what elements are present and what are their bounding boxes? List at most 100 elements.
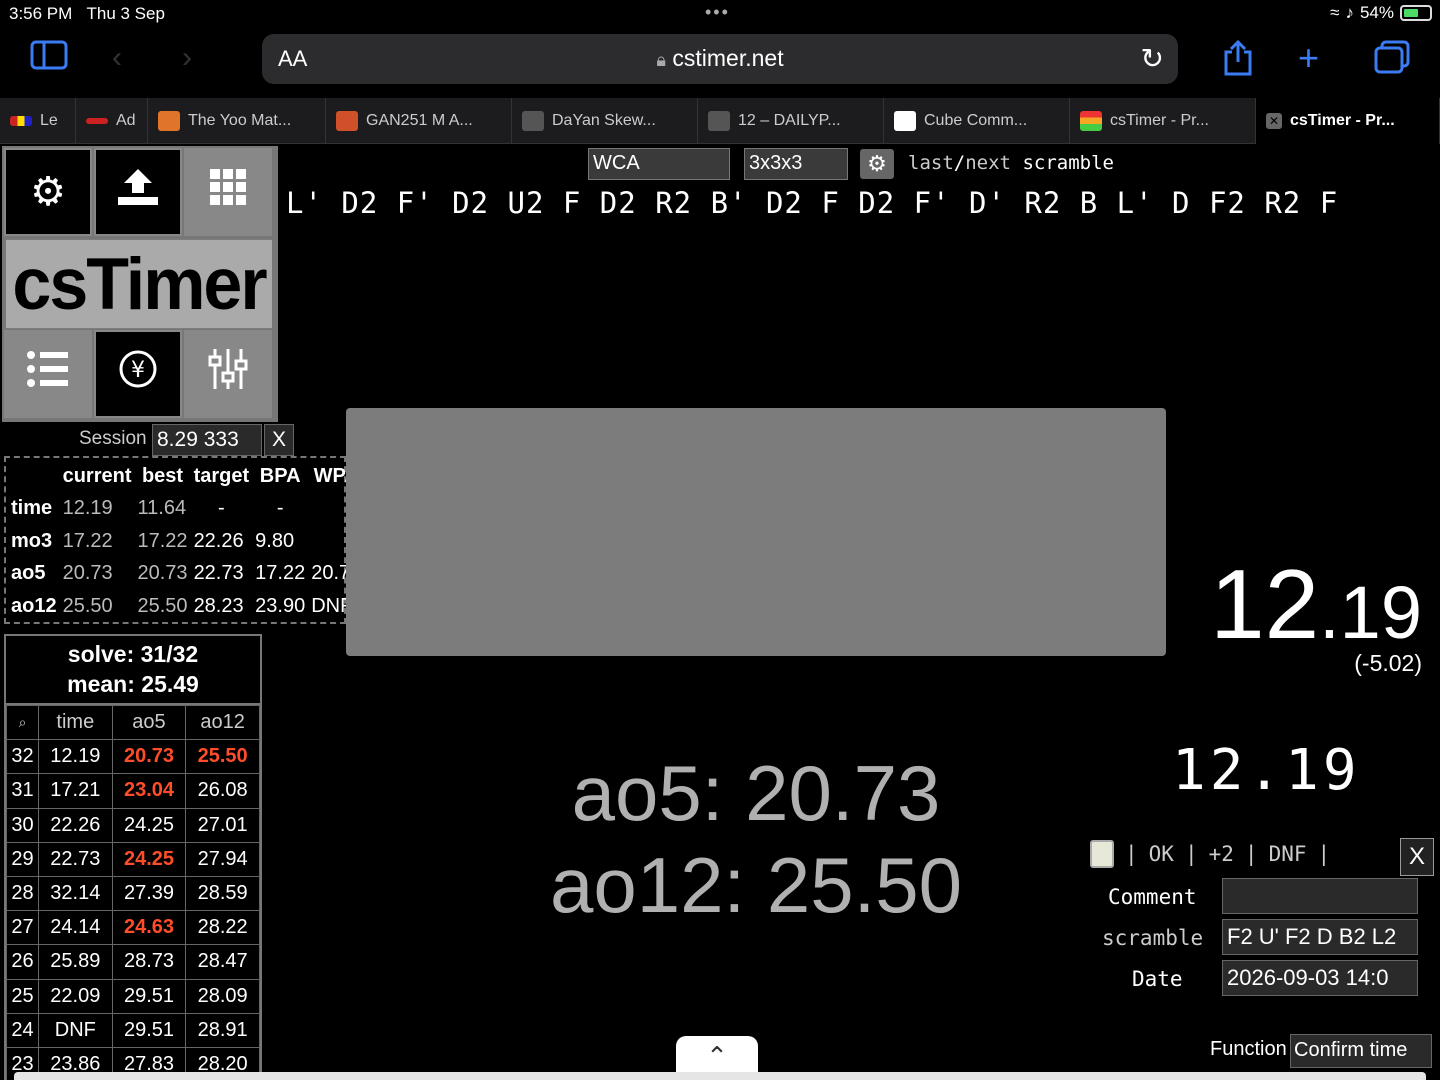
- table-row[interactable]: 29 22.73 24.25 27.94: [6, 841, 260, 877]
- multitasking-dots[interactable]: •••: [705, 2, 730, 23]
- solve-time[interactable]: 24.14: [38, 910, 113, 946]
- tab-7[interactable]: csTimer - Pr...: [1070, 98, 1256, 144]
- solve-index[interactable]: 25: [6, 978, 39, 1014]
- table-row[interactable]: 32 12.19 20.73 25.50: [6, 739, 260, 775]
- solve-ao5[interactable]: 29.51: [111, 1012, 187, 1048]
- new-tab-icon[interactable]: +: [1298, 40, 1319, 76]
- donate-button[interactable]: ¥: [94, 330, 182, 418]
- stats-row[interactable]: time 12.19 11.64 - - -: [8, 493, 364, 526]
- tools-button[interactable]: [184, 330, 272, 418]
- table-row[interactable]: 28 32.14 27.39 28.59: [6, 875, 260, 912]
- stats-row[interactable]: mo3 17.22 17.22 22.26 9.80 -: [8, 525, 364, 558]
- tab-0[interactable]: Le: [0, 98, 76, 144]
- session-clear-button[interactable]: X: [264, 424, 294, 456]
- solve-ao5[interactable]: 23.04: [111, 773, 187, 809]
- solve-ao12[interactable]: 27.01: [185, 807, 260, 843]
- svg-text:¥: ¥: [131, 358, 145, 383]
- status-time: 3:56 PM Thu 3 Sep: [9, 4, 165, 23]
- tab-5[interactable]: 12 – DAILYP...: [698, 98, 884, 144]
- solve-ao12[interactable]: 25.50: [185, 739, 260, 775]
- cstimer-logo[interactable]: csTimer: [6, 239, 272, 329]
- solve-ao5[interactable]: 20.73: [111, 739, 187, 775]
- last-scramble-link[interactable]: last: [908, 152, 954, 174]
- solve-ao5[interactable]: 24.63: [111, 910, 187, 946]
- solve-ao12[interactable]: 28.91: [185, 1012, 260, 1048]
- solve-index[interactable]: 27: [6, 910, 39, 946]
- solve-time[interactable]: 25.89: [38, 944, 113, 980]
- solve-ao12[interactable]: 28.09: [185, 978, 260, 1014]
- table-row[interactable]: 25 22.09 29.51 28.09: [6, 978, 260, 1014]
- solve-time[interactable]: 32.14: [38, 875, 113, 912]
- stats-header-row: current best target BPA WPA: [8, 460, 364, 493]
- comment-input[interactable]: [1222, 878, 1418, 914]
- solve-index[interactable]: 29: [6, 841, 39, 877]
- solve-time[interactable]: 12.19: [38, 739, 113, 775]
- back-icon[interactable]: ‹: [112, 40, 122, 76]
- puzzle-select[interactable]: 3x3x3: [744, 148, 848, 180]
- tabs-overview-icon[interactable]: [1374, 40, 1410, 83]
- session-select[interactable]: 8.29 333: [152, 424, 262, 456]
- table-row[interactable]: 26 25.89 28.73 28.47: [6, 944, 260, 980]
- solve-ao12[interactable]: 28.47: [185, 944, 260, 980]
- solve-time[interactable]: 22.73: [38, 841, 113, 877]
- dnf-button[interactable]: DNF: [1269, 842, 1307, 866]
- share-icon[interactable]: [1222, 39, 1254, 85]
- solve-time[interactable]: 17.21: [38, 773, 113, 809]
- sidebar-icon[interactable]: [30, 40, 68, 79]
- date-field[interactable]: 2026-09-03 14:0: [1222, 960, 1418, 996]
- ok-button[interactable]: OK: [1149, 842, 1174, 866]
- scramble-type-select[interactable]: WCA: [588, 148, 730, 180]
- scramble-settings-button[interactable]: ⚙: [860, 149, 894, 179]
- clipboard-icon[interactable]: [1090, 840, 1114, 868]
- solve-index[interactable]: 31: [6, 773, 39, 809]
- solves-summary[interactable]: solve: 31/32 mean: 25.49: [6, 636, 260, 705]
- tab-3[interactable]: GAN251 M A...: [326, 98, 512, 144]
- forward-icon[interactable]: ›: [182, 40, 192, 76]
- solve-time[interactable]: 22.09: [38, 978, 113, 1014]
- export-button[interactable]: [94, 148, 182, 236]
- settings-button[interactable]: ⚙: [4, 148, 92, 236]
- stats-list-button[interactable]: [4, 330, 92, 418]
- solve-ao5[interactable]: 24.25: [111, 807, 187, 843]
- address-bar[interactable]: AA 🔒︎ cstimer.net ↻: [262, 34, 1178, 84]
- solve-ao12[interactable]: 28.59: [185, 875, 260, 912]
- solve-ao5[interactable]: 24.25: [111, 841, 187, 877]
- delete-solve-button[interactable]: X: [1400, 838, 1434, 876]
- chevron-up-icon: ⌃: [706, 1041, 728, 1071]
- solve-ao5[interactable]: 28.73: [111, 944, 187, 980]
- table-row[interactable]: 27 24.14 24.63 28.22: [6, 910, 260, 946]
- timer-display[interactable]: 12.19: [1210, 548, 1422, 661]
- search-icon[interactable]: ⌕: [6, 704, 39, 741]
- stats-row[interactable]: ao5 20.73 20.73 22.73 17.22 20.73: [8, 558, 364, 591]
- solve-ao12[interactable]: 26.08: [185, 773, 260, 809]
- solve-index[interactable]: 32: [6, 739, 39, 775]
- solve-index[interactable]: 24: [6, 1012, 39, 1048]
- solve-ao12[interactable]: 27.94: [185, 841, 260, 877]
- tab-4[interactable]: DaYan Skew...: [512, 98, 698, 144]
- table-row[interactable]: 24 DNF 29.51 28.91: [6, 1012, 260, 1048]
- tab-1[interactable]: Ad: [76, 98, 148, 144]
- stats-row[interactable]: ao12 25.50 25.50 28.23 23.90 DNF: [8, 590, 364, 623]
- tab-6[interactable]: Cube Comm...: [884, 98, 1070, 144]
- function-select[interactable]: Confirm time: [1290, 1034, 1432, 1068]
- next-scramble-link[interactable]: next: [965, 152, 1011, 174]
- plus2-button[interactable]: +2: [1209, 842, 1234, 866]
- table-row[interactable]: 30 22.26 24.25 27.01: [6, 807, 260, 843]
- reload-icon[interactable]: ↻: [1141, 42, 1164, 75]
- scramble-image-button[interactable]: [184, 148, 272, 236]
- solve-time[interactable]: 22.26: [38, 807, 113, 843]
- last-solve-time: 12.19: [1172, 738, 1361, 803]
- scramble-text[interactable]: L' D2 F' D2 U2 F D2 R2 B' D2 F D2 F' D' …: [286, 186, 1440, 220]
- tab-8-active[interactable]: ✕ csTimer - Pr...: [1256, 98, 1440, 144]
- tab-2[interactable]: The Yoo Mat...: [148, 98, 326, 144]
- solve-scramble-field[interactable]: F2 U' F2 D B2 L2: [1222, 919, 1418, 955]
- solve-index[interactable]: 26: [6, 944, 39, 980]
- solve-ao5[interactable]: 29.51: [111, 978, 187, 1014]
- solve-index[interactable]: 30: [6, 807, 39, 843]
- solve-ao5[interactable]: 27.39: [111, 875, 187, 912]
- solve-ao12[interactable]: 28.22: [185, 910, 260, 946]
- solve-index[interactable]: 28: [6, 875, 39, 912]
- table-row[interactable]: 31 17.21 23.04 26.08: [6, 773, 260, 809]
- solve-time[interactable]: DNF: [38, 1012, 113, 1048]
- close-tab-icon[interactable]: ✕: [1266, 113, 1282, 129]
